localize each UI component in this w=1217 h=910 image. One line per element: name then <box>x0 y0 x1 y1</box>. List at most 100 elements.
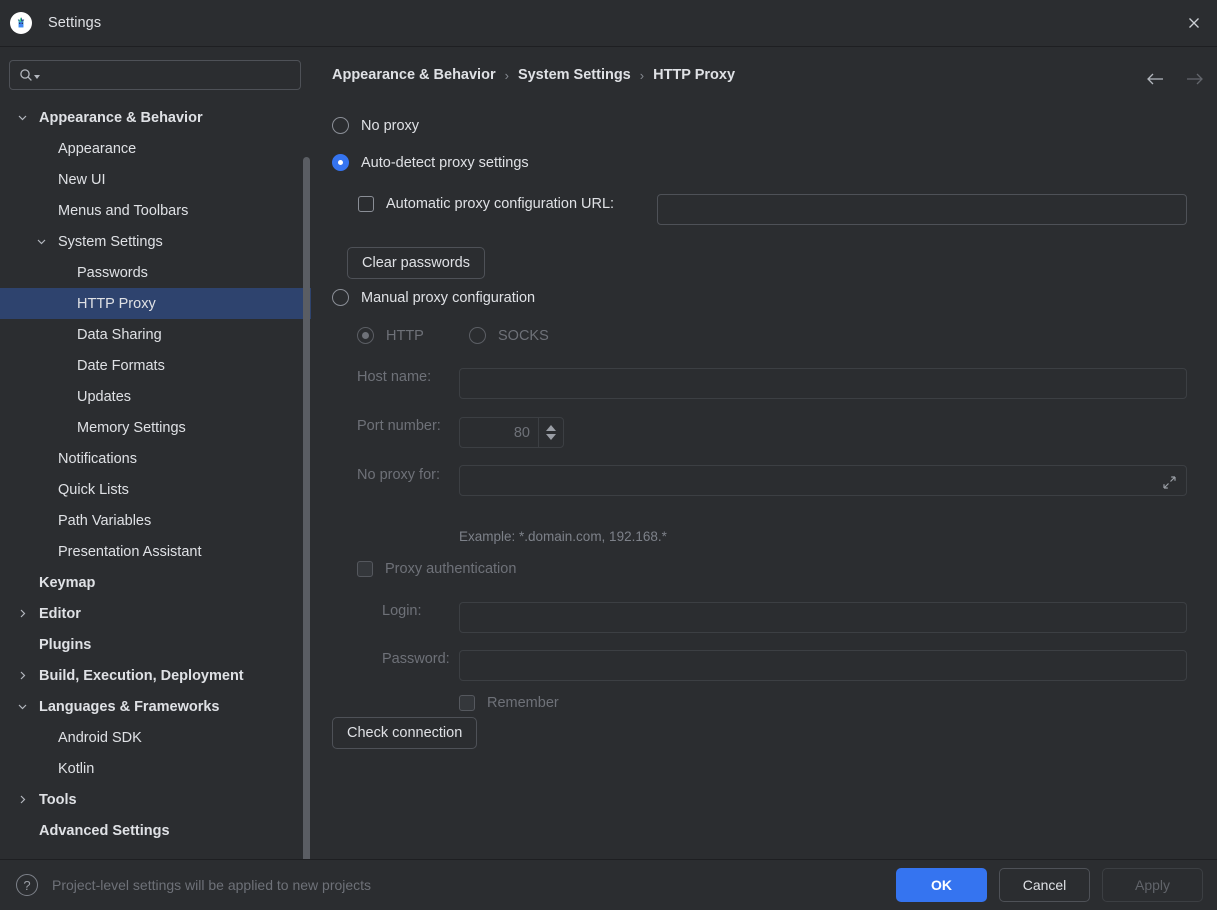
breadcrumb-item[interactable]: Appearance & Behavior <box>332 67 496 83</box>
sidebar-scrollbar-thumb[interactable] <box>303 157 310 859</box>
sidebar-item-languages-frameworks[interactable]: Languages & Frameworks <box>0 691 311 722</box>
port-stepper-arrows[interactable] <box>538 418 563 447</box>
chevron-down-icon[interactable] <box>33 234 49 250</box>
title-bar: Settings <box>0 0 1217 47</box>
no-proxy-label: No proxy <box>361 117 420 134</box>
port-number-stepper[interactable]: 80 <box>459 417 564 448</box>
apply-button: Apply <box>1102 868 1203 902</box>
sidebar-item-label: Updates <box>77 388 132 405</box>
check-connection-button[interactable]: Check connection <box>332 717 478 749</box>
help-icon[interactable]: ? <box>16 874 38 896</box>
sidebar-item-keymap[interactable]: Keymap <box>0 567 311 598</box>
sidebar-item-label: System Settings <box>58 233 163 250</box>
chevron-down-icon[interactable] <box>14 699 30 715</box>
breadcrumb-separator: › <box>504 67 509 83</box>
sidebar-item-label: New UI <box>58 171 106 188</box>
auto-detect-radio[interactable] <box>332 154 349 171</box>
password-row: Password: <box>382 651 450 667</box>
sidebar-item-new-ui[interactable]: New UI <box>0 164 311 195</box>
stepper-down-icon[interactable] <box>546 434 556 440</box>
arrow-right-icon[interactable] <box>1181 67 1209 91</box>
sidebar-item-quick-lists[interactable]: Quick Lists <box>0 474 311 505</box>
login-label: Login: <box>382 603 422 619</box>
auto-detect-label: Auto-detect proxy settings <box>361 154 529 171</box>
sidebar-item-presentation-assistant[interactable]: Presentation Assistant <box>0 536 311 567</box>
sidebar-item-label: Appearance <box>58 140 137 157</box>
footer-buttons: OK Cancel Apply <box>896 868 1203 902</box>
content-pane: Appearance & Behavior › System Settings › HT… <box>311 47 1217 859</box>
chevron-right-icon[interactable] <box>14 668 30 684</box>
socks-label: SOCKS <box>498 327 549 344</box>
port-number-value[interactable]: 80 <box>460 418 538 447</box>
remember-row[interactable]: Remember <box>459 695 559 711</box>
sidebar-item-android-sdk[interactable]: Android SDK <box>0 722 311 753</box>
host-name-input[interactable] <box>459 368 1187 399</box>
http-protocol-option[interactable]: HTTP <box>357 327 424 344</box>
close-icon[interactable] <box>1171 0 1217 46</box>
auto-config-url-row: Automatic proxy configuration URL: <box>358 196 614 212</box>
sidebar-item-appearance-behavior[interactable]: Appearance & Behavior <box>0 102 311 133</box>
http-radio[interactable] <box>357 327 374 344</box>
no-proxy-radio[interactable] <box>332 117 349 134</box>
sidebar-item-tools[interactable]: Tools <box>0 784 311 815</box>
sidebar-item-appearance[interactable]: Appearance <box>0 133 311 164</box>
chevron-down-icon[interactable] <box>14 110 30 126</box>
chevron-right-icon[interactable] <box>14 606 30 622</box>
search-dropdown-icon[interactable] <box>34 75 40 79</box>
socks-protocol-option[interactable]: SOCKS <box>469 327 549 344</box>
auto-detect-option[interactable]: Auto-detect proxy settings <box>332 154 529 171</box>
sidebar-item-path-variables[interactable]: Path Variables <box>0 505 311 536</box>
auto-config-url-input[interactable] <box>657 194 1187 225</box>
sidebar-item-label: Date Formats <box>77 357 165 374</box>
manual-proxy-option[interactable]: Manual proxy configuration <box>332 289 535 306</box>
cancel-button[interactable]: Cancel <box>999 868 1090 902</box>
manual-proxy-radio[interactable] <box>332 289 349 306</box>
sidebar-item-label: Keymap <box>39 574 96 591</box>
chevron-right-icon[interactable] <box>14 792 30 808</box>
ok-button[interactable]: OK <box>896 868 987 902</box>
sidebar-item-notifications[interactable]: Notifications <box>0 443 311 474</box>
login-row: Login: <box>382 603 422 619</box>
proxy-authentication-checkbox[interactable] <box>357 561 373 577</box>
breadcrumb-item[interactable]: System Settings <box>518 67 631 83</box>
sidebar-item-label: Advanced Settings <box>39 822 170 839</box>
sidebar-item-label: Tools <box>39 791 77 808</box>
remember-checkbox[interactable] <box>459 695 475 711</box>
sidebar-item-passwords[interactable]: Passwords <box>0 257 311 288</box>
sidebar-item-editor[interactable]: Editor <box>0 598 311 629</box>
sidebar-item-label: Menus and Toolbars <box>58 202 189 219</box>
sidebar-item-plugins[interactable]: Plugins <box>0 629 311 660</box>
breadcrumb-item[interactable]: HTTP Proxy <box>653 67 735 83</box>
arrow-left-icon[interactable] <box>1141 67 1169 91</box>
sidebar-item-http-proxy[interactable]: HTTP Proxy <box>0 288 311 319</box>
sidebar-item-system-settings[interactable]: System Settings <box>0 226 311 257</box>
sidebar-item-label: Data Sharing <box>77 326 162 343</box>
sidebar-item-date-formats[interactable]: Date Formats <box>0 350 311 381</box>
password-input[interactable] <box>459 650 1187 681</box>
sidebar-item-label: Android SDK <box>58 729 142 746</box>
sidebar-item-build-execution-deployment[interactable]: Build, Execution, Deployment <box>0 660 311 691</box>
expand-icon[interactable] <box>1160 473 1178 491</box>
footer-bar: ? Project-level settings will be applied… <box>0 859 1217 910</box>
socks-radio[interactable] <box>469 327 486 344</box>
host-name-label: Host name: <box>357 369 432 385</box>
sidebar-item-label: Passwords <box>77 264 148 281</box>
login-input[interactable] <box>459 602 1187 633</box>
no-proxy-option[interactable]: No proxy <box>332 117 419 134</box>
sidebar-item-menus-and-toolbars[interactable]: Menus and Toolbars <box>0 195 311 226</box>
sidebar-item-memory-settings[interactable]: Memory Settings <box>0 412 311 443</box>
settings-tree: Appearance & Behavior Appearance New UI Men… <box>0 102 311 846</box>
auto-config-url-checkbox[interactable] <box>358 196 374 212</box>
sidebar-item-advanced-settings[interactable]: Advanced Settings <box>0 815 311 846</box>
no-proxy-for-row: No proxy for: <box>357 467 440 483</box>
no-proxy-for-input[interactable] <box>459 465 1187 496</box>
clear-passwords-button[interactable]: Clear passwords <box>347 247 485 279</box>
stepper-up-icon[interactable] <box>546 425 556 431</box>
sidebar-item-data-sharing[interactable]: Data Sharing <box>0 319 311 350</box>
port-number-row: Port number: <box>357 418 441 434</box>
search-input[interactable] <box>9 60 301 90</box>
proxy-authentication-row[interactable]: Proxy authentication <box>357 561 516 577</box>
sidebar-item-label: Notifications <box>58 450 137 467</box>
sidebar-item-kotlin[interactable]: Kotlin <box>0 753 311 784</box>
sidebar-item-updates[interactable]: Updates <box>0 381 311 412</box>
